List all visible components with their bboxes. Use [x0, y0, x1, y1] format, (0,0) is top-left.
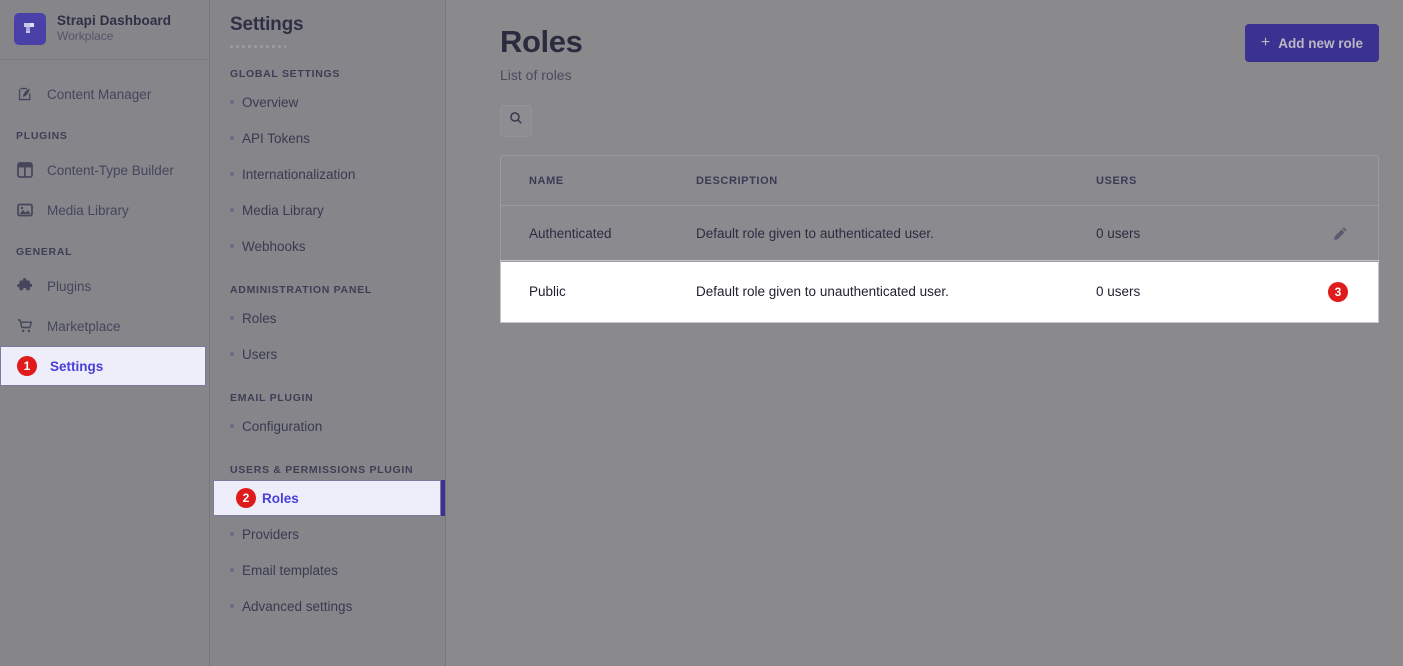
sidebar-item-content-type-builder[interactable]: Content-Type Builder: [0, 150, 209, 190]
sidebar-item-media-library[interactable]: Media Library: [0, 190, 209, 230]
page-header-text: Roles List of roles: [500, 24, 583, 83]
roles-table: NAME DESCRIPTION USERS Authenticated Def…: [500, 155, 1379, 323]
search-row: [446, 83, 1403, 137]
image-icon: [16, 201, 34, 219]
settings-group-email-plugin: EMAIL PLUGIN: [230, 392, 314, 404]
pencil-icon[interactable]: [1333, 226, 1348, 241]
column-header-name: NAME: [501, 155, 696, 206]
app-root: Strapi Dashboard Workplace Content Manag…: [0, 0, 1403, 666]
main-content: Roles List of roles + Add new role NAME …: [446, 0, 1403, 666]
roles-table-card: NAME DESCRIPTION USERS Authenticated Def…: [500, 154, 1379, 323]
sidebar-item-label: Settings: [50, 358, 104, 374]
sidebar-item-label: Plugins: [47, 278, 92, 294]
sidebar-item-label: Content-Type Builder: [47, 162, 174, 178]
settings-panel-subtitle-placeholder: [230, 45, 286, 48]
settings-panel-title: Settings: [230, 14, 304, 35]
settings-link-webhooks[interactable]: Webhooks: [210, 228, 445, 264]
active-item-indicator: [441, 480, 445, 516]
pen-square-icon: [16, 85, 34, 103]
table-row[interactable]: Public Default role given to unauthentic…: [500, 260, 1379, 323]
settings-link-email-templates[interactable]: Email templates: [210, 552, 445, 588]
brand-header[interactable]: Strapi Dashboard Workplace: [0, 0, 209, 60]
page-subtitle: List of roles: [500, 66, 572, 83]
settings-link-label: Roles: [262, 490, 299, 506]
sidebar-item-label: Content Manager: [47, 86, 152, 102]
cell-role-name: Public: [501, 261, 696, 322]
settings-group-users-permissions: USERS & PERMISSIONS PLUGIN: [230, 464, 414, 476]
settings-link-internationalization[interactable]: Internationalization: [210, 156, 445, 192]
settings-panel-header: Settings: [210, 0, 445, 48]
column-header-actions: [1311, 155, 1378, 206]
cell-role-users: 0 users: [1096, 261, 1311, 322]
add-new-role-button[interactable]: + Add new role: [1244, 24, 1379, 62]
puzzle-icon: [16, 277, 34, 295]
brand-subtitle: Workplace: [57, 29, 114, 44]
roles-table-body: Authenticated Default role given to auth…: [500, 205, 1379, 323]
sidebar-item-marketplace[interactable]: Marketplace: [0, 306, 209, 346]
settings-link-overview[interactable]: Overview: [210, 84, 445, 120]
main-sidebar: Strapi Dashboard Workplace Content Manag…: [0, 0, 210, 666]
cell-role-name: Authenticated: [501, 205, 696, 262]
page-title: Roles: [500, 24, 583, 59]
settings-link-users-permissions-roles[interactable]: 2 Roles: [213, 480, 441, 516]
sidebar-item-content-manager[interactable]: Content Manager: [0, 74, 209, 114]
sidebar-item-plugins[interactable]: Plugins: [0, 266, 209, 306]
cell-role-actions: 3: [1311, 261, 1378, 322]
sidebar-item-settings[interactable]: 1 Settings: [0, 346, 206, 386]
table-row[interactable]: Authenticated Default role given to auth…: [501, 205, 1378, 262]
step-badge-1: 1: [17, 356, 37, 376]
cell-role-description: Default role given to unauthenticated us…: [696, 261, 1096, 322]
column-header-users: USERS: [1096, 155, 1311, 206]
table-header-row: NAME DESCRIPTION USERS: [501, 155, 1378, 206]
settings-link-media-library[interactable]: Media Library: [210, 192, 445, 228]
sidebar-section-plugins: PLUGINS: [16, 130, 68, 142]
add-new-role-label: Add new role: [1278, 35, 1363, 51]
settings-link-advanced-settings[interactable]: Advanced settings: [210, 588, 445, 624]
step-badge-3: 3: [1328, 281, 1348, 302]
plus-icon: +: [1260, 34, 1271, 51]
brand-title: Strapi Dashboard: [57, 12, 172, 28]
settings-link-providers[interactable]: Providers: [210, 516, 445, 552]
sidebar-section-general: GENERAL: [16, 246, 73, 258]
layout-icon: [16, 161, 34, 179]
column-header-description: DESCRIPTION: [696, 155, 1096, 206]
strapi-logo-icon: [14, 12, 46, 45]
cell-role-users: 0 users: [1096, 205, 1311, 262]
sidebar-item-label: Media Library: [47, 202, 129, 218]
settings-link-admin-users[interactable]: Users: [210, 336, 445, 372]
search-icon: [509, 111, 523, 130]
settings-group-global: GLOBAL SETTINGS: [230, 68, 341, 80]
search-button[interactable]: [500, 104, 532, 137]
cell-role-actions: [1311, 205, 1378, 262]
cell-role-description: Default role given to authenticated user…: [696, 205, 1096, 262]
page-header: Roles List of roles + Add new role: [446, 0, 1403, 83]
settings-panel: Settings GLOBAL SETTINGS Overview API To…: [210, 0, 446, 666]
shopping-cart-icon: [16, 317, 34, 335]
settings-group-administration-panel: ADMINISTRATION PANEL: [230, 284, 372, 296]
settings-link-configuration[interactable]: Configuration: [210, 408, 445, 444]
settings-link-api-tokens[interactable]: API Tokens: [210, 120, 445, 156]
sidebar-nav: Content Manager PLUGINS Content-Type Bui…: [0, 60, 209, 386]
sidebar-item-label: Marketplace: [47, 318, 121, 334]
settings-link-admin-roles[interactable]: Roles: [210, 300, 445, 336]
roles-table-head: NAME DESCRIPTION USERS: [501, 155, 1378, 206]
step-badge-2: 2: [236, 488, 256, 508]
